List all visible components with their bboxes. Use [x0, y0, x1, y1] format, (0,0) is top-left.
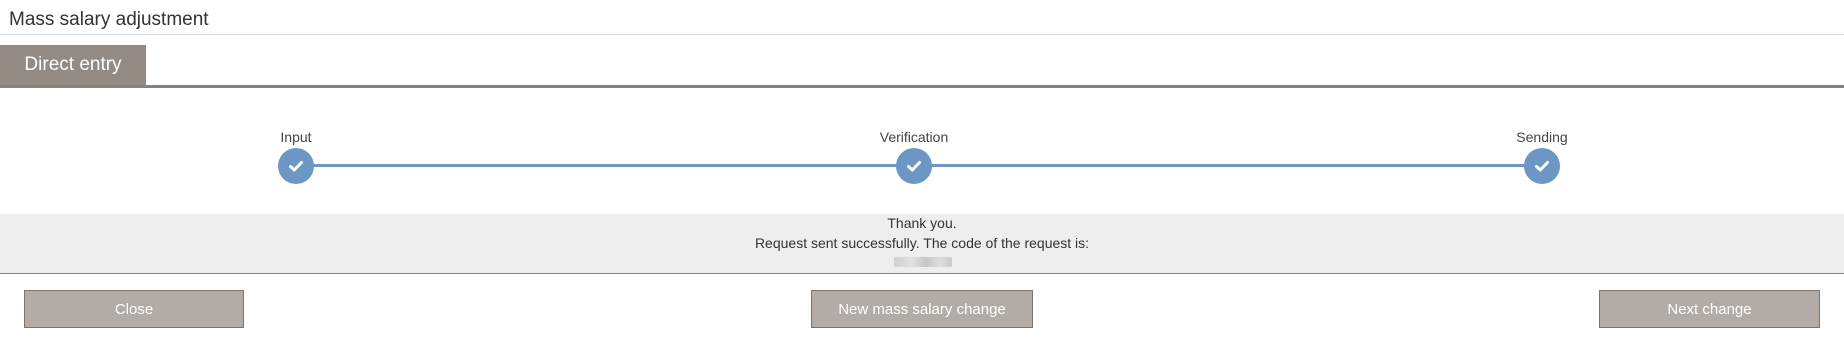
step-label: Verification	[879, 129, 949, 145]
check-icon	[1535, 161, 1549, 172]
thank-you-text: Thank you.	[887, 215, 957, 231]
next-change-button[interactable]: Next change	[1599, 290, 1820, 328]
request-code-redacted	[894, 257, 952, 267]
confirmation-message-panel: Thank you. Request sent successfully. Th…	[0, 214, 1844, 274]
page-title: Mass salary adjustment	[9, 9, 209, 30]
step-label: Sending	[1516, 129, 1568, 145]
step-verification: Verification	[814, 129, 1014, 184]
tab-bar-underline	[0, 85, 1844, 88]
mass-salary-adjustment-page: Mass salary adjustment Direct entry Inpu…	[0, 0, 1844, 345]
step-complete-indicator	[896, 148, 932, 184]
close-button[interactable]: Close	[24, 290, 244, 328]
step-sending: Sending	[1442, 129, 1642, 184]
step-label: Input	[280, 129, 312, 145]
check-icon	[289, 161, 303, 172]
request-sent-text: Request sent successfully. The code of t…	[754, 235, 1090, 251]
step-complete-indicator	[1524, 148, 1560, 184]
check-icon	[907, 161, 921, 172]
new-mass-salary-change-button[interactable]: New mass salary change	[811, 290, 1033, 328]
step-input: Input	[196, 129, 396, 184]
title-divider	[0, 34, 1844, 35]
step-complete-indicator	[278, 148, 314, 184]
tab-direct-entry[interactable]: Direct entry	[0, 45, 146, 85]
